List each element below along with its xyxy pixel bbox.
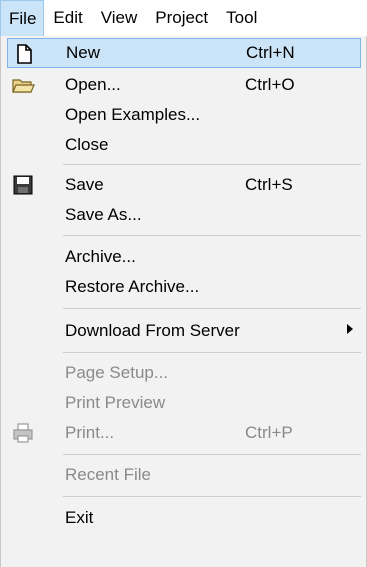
open-folder-icon	[12, 79, 35, 93]
menu-item-restore-archive-label: Restore Archive...	[65, 277, 200, 296]
menu-item-close-label: Close	[65, 135, 109, 154]
menu-bar: File Edit View Project Tool	[0, 0, 367, 36]
menu-item-save[interactable]: Save Ctrl+S	[7, 170, 361, 200]
menu-separator	[63, 352, 361, 353]
file-menu-dropdown: New Ctrl+N Open... Ctrl+O Open Examples.…	[0, 36, 367, 567]
menu-project[interactable]: Project	[146, 0, 217, 36]
menu-item-recent-file-label: Recent File	[65, 465, 151, 484]
menu-item-exit-label: Exit	[65, 508, 94, 527]
menu-item-print-label: Print...	[65, 423, 115, 442]
menu-tools-label: Tool	[226, 8, 258, 27]
menu-item-download-from-server[interactable]: Download From Server	[7, 316, 361, 346]
menu-item-exit[interactable]: Exit	[7, 503, 361, 533]
menu-separator	[63, 496, 361, 497]
menu-item-open-label: Open...	[65, 75, 121, 94]
menu-item-open-examples-label: Open Examples...	[65, 105, 201, 124]
menu-item-new[interactable]: New Ctrl+N	[7, 38, 361, 68]
menu-file-label: File	[9, 8, 37, 28]
menu-item-recent-file: Recent File	[7, 460, 361, 490]
menu-item-close[interactable]: Close	[7, 130, 361, 160]
printer-icon	[13, 423, 33, 443]
menu-item-open-shortcut: Ctrl+O	[245, 75, 295, 94]
menu-separator	[63, 164, 361, 165]
menu-project-label: Project	[155, 8, 209, 27]
menu-item-page-setup-label: Page Setup...	[65, 363, 169, 382]
menu-item-print: Print... Ctrl+P	[7, 418, 361, 448]
menu-item-new-shortcut: Ctrl+N	[246, 43, 295, 62]
menu-item-save-label: Save	[65, 175, 104, 194]
menu-separator	[63, 308, 361, 309]
floppy-disk-icon	[13, 175, 33, 195]
menu-item-print-preview: Print Preview	[7, 388, 361, 418]
new-document-icon	[17, 44, 32, 64]
menu-item-page-setup: Page Setup...	[7, 358, 361, 388]
menu-item-print-shortcut: Ctrl+P	[245, 423, 293, 442]
menu-separator	[63, 454, 361, 455]
menu-item-archive-label: Archive...	[65, 247, 136, 266]
menu-view-label: View	[100, 8, 138, 27]
menu-item-save-as[interactable]: Save As...	[7, 200, 361, 230]
menu-file[interactable]: File	[0, 0, 45, 36]
menu-item-new-label: New	[66, 43, 101, 62]
menu-item-open[interactable]: Open... Ctrl+O	[7, 70, 361, 100]
menu-item-restore-archive[interactable]: Restore Archive...	[7, 272, 361, 302]
menu-item-download-from-server-label: Download From Server	[65, 321, 240, 340]
menu-edit-label: Edit	[53, 8, 83, 27]
menu-item-open-examples[interactable]: Open Examples...	[7, 100, 361, 130]
menu-separator	[63, 235, 361, 236]
menu-view[interactable]: View	[92, 0, 147, 36]
menu-item-archive[interactable]: Archive...	[7, 242, 361, 272]
chevron-right-icon	[347, 324, 353, 334]
menu-item-save-as-label: Save As...	[65, 205, 142, 224]
menu-tools[interactable]: Tool	[217, 0, 266, 36]
menu-item-save-shortcut: Ctrl+S	[245, 175, 293, 194]
menu-edit[interactable]: Edit	[44, 0, 91, 36]
menu-item-print-preview-label: Print Preview	[65, 393, 166, 412]
